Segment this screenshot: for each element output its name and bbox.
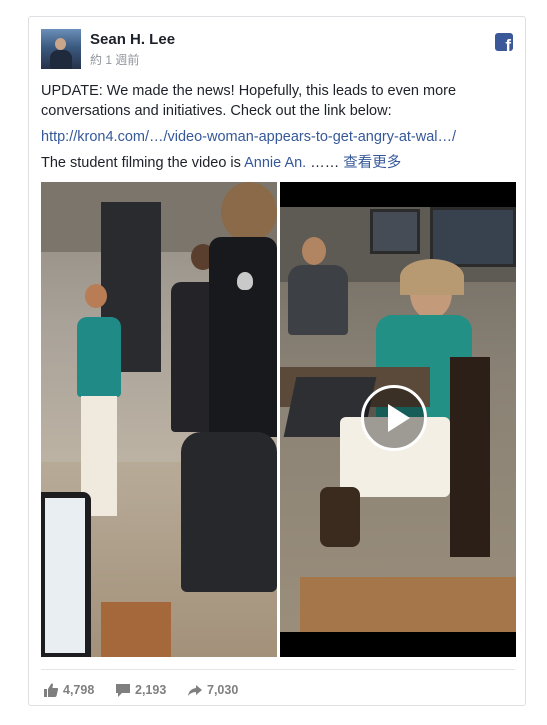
avatar-body <box>50 50 72 69</box>
like-count-value: 4,798 <box>63 683 95 697</box>
post-timestamp[interactable]: 約 1 週前 <box>90 51 139 68</box>
comment-bubble-icon <box>116 684 130 697</box>
share-count-value: 7,030 <box>207 683 239 697</box>
see-more-link[interactable]: 查看更多 <box>343 155 401 171</box>
thumbs-up-icon <box>44 683 59 697</box>
photo-police-scene[interactable] <box>41 182 277 657</box>
avatar-head <box>55 38 66 50</box>
mention-link[interactable]: Annie An. <box>244 155 306 171</box>
post-card: Sean H. Lee 約 1 週前 f UPDATE: We made the… <box>28 16 526 706</box>
avatar[interactable] <box>41 29 81 69</box>
student-text: The student filming the video is <box>41 155 245 171</box>
post-text-update: UPDATE: We made the news! Hopefully, thi… <box>41 83 457 119</box>
play-icon[interactable] <box>361 385 427 451</box>
share-arrow-icon <box>188 685 202 696</box>
facebook-icon[interactable]: f <box>495 33 513 51</box>
news-link[interactable]: http://kron4.com/…/video-woman-appears-t… <box>41 129 456 145</box>
ellipsis-text: …… <box>306 155 344 171</box>
comment-count-value: 2,193 <box>135 683 167 697</box>
post-text-student: The student filming the video is Annie A… <box>41 153 401 173</box>
media-container[interactable] <box>41 182 516 657</box>
author-name[interactable]: Sean H. Lee <box>90 31 175 48</box>
engagement-bar: 4,798 2,193 7,030 <box>41 669 515 698</box>
